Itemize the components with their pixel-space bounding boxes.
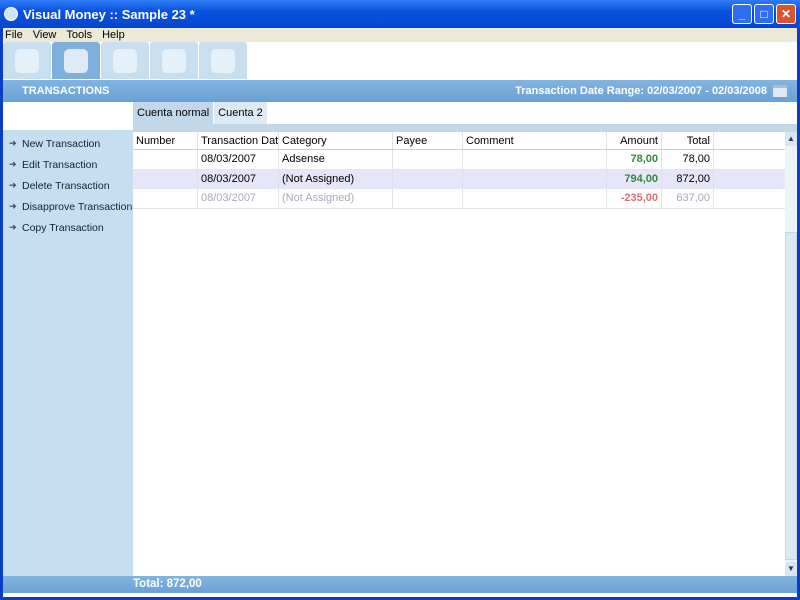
scroll-thumb[interactable] [785, 232, 797, 560]
col-number[interactable]: Number [133, 132, 198, 149]
cell-payee [393, 169, 463, 188]
calendar-icon[interactable] [773, 85, 787, 97]
cell-number [133, 169, 198, 188]
cell-category: (Not Assigned) [279, 169, 393, 188]
cell-number [133, 189, 198, 208]
transactions-table: Number Transaction Date Category Payee C… [133, 132, 785, 576]
sidebar: ➜ New Transaction ➜ Edit Transaction ➜ Dele… [3, 130, 133, 576]
toolbar-transactions-button[interactable] [52, 42, 100, 79]
table-row[interactable]: 08/03/2007 (Not Assigned) -235,00 637,00 [133, 189, 785, 209]
arrow-icon: ➜ [9, 222, 17, 232]
main-panel: Cuenta normal Cuenta 2 Number Transactio… [133, 102, 797, 576]
users-icon [162, 48, 186, 73]
table-row[interactable]: 08/03/2007 Adsense 78,00 78,00 [133, 150, 785, 170]
arrow-icon: ➜ [9, 138, 17, 148]
close-button[interactable]: ✕ [776, 4, 796, 24]
toolbar-contacts-button[interactable] [3, 42, 51, 79]
cell-date: 08/03/2007 [198, 169, 279, 188]
col-date[interactable]: Transaction Date [198, 132, 279, 149]
scroll-up-icon[interactable]: ▲ [785, 132, 797, 146]
sidebar-item-new-transaction[interactable]: ➜ New Transaction [3, 133, 133, 154]
menu-file[interactable]: File [5, 28, 23, 42]
tab-band [133, 124, 797, 132]
cell-payee [393, 189, 463, 208]
toolbar-reports-button[interactable] [199, 42, 247, 79]
contacts-icon [15, 48, 39, 73]
tab-cuenta-2[interactable]: Cuenta 2 [214, 102, 268, 124]
window-title: Visual Money :: Sample 23 * [23, 6, 195, 22]
table-header: Number Transaction Date Category Payee C… [133, 132, 785, 150]
col-amount[interactable]: Amount [607, 132, 662, 149]
cell-comment [463, 169, 607, 188]
cell-comment [463, 150, 607, 169]
arrow-icon: ➜ [9, 159, 17, 169]
cell-date: 08/03/2007 [198, 189, 279, 208]
menu-view[interactable]: View [33, 28, 57, 42]
menu-bar: File View Tools Help [3, 28, 797, 42]
cell-date: 08/03/2007 [198, 150, 279, 169]
reports-icon [211, 48, 235, 73]
menu-tools[interactable]: Tools [66, 28, 92, 42]
accounts-icon [113, 48, 137, 73]
app-frame: File View Tools Help TRANSACTIONS Transa… [3, 28, 797, 597]
cell-payee [393, 150, 463, 169]
cell-comment [463, 189, 607, 208]
footer-bar: Total: 872,00 [3, 576, 797, 593]
col-category[interactable]: Category [279, 132, 393, 149]
col-payee[interactable]: Payee [393, 132, 463, 149]
app-icon [4, 7, 18, 21]
cell-total: 78,00 [662, 150, 714, 169]
transactions-icon [64, 48, 88, 73]
col-comment[interactable]: Comment [463, 132, 607, 149]
tab-cuenta-normal[interactable]: Cuenta normal [133, 102, 215, 124]
section-title: TRANSACTIONS [22, 85, 110, 97]
vertical-scrollbar[interactable]: ▲ ▼ [785, 132, 797, 576]
cell-total: 872,00 [662, 169, 714, 188]
arrow-icon: ➜ [9, 201, 17, 211]
menu-help[interactable]: Help [102, 28, 125, 42]
cell-number [133, 150, 198, 169]
title-bar: Visual Money :: Sample 23 * _ □ ✕ [0, 0, 800, 28]
cell-total: 637,00 [662, 189, 714, 208]
cell-amount: 78,00 [607, 150, 662, 169]
minimize-button[interactable]: _ [732, 4, 752, 24]
table-row[interactable]: 08/03/2007 (Not Assigned) 794,00 872,00 [133, 169, 785, 189]
section-header: TRANSACTIONS Transaction Date Range: 02/… [3, 80, 797, 102]
arrow-icon: ➜ [9, 180, 17, 190]
cell-amount: 794,00 [607, 169, 662, 188]
cell-category: Adsense [279, 150, 393, 169]
maximize-button[interactable]: □ [754, 4, 774, 24]
cell-category: (Not Assigned) [279, 189, 393, 208]
toolbar-accounts-button[interactable] [101, 42, 149, 79]
toolbar [3, 42, 797, 80]
footer-total: Total: 872,00 [133, 578, 202, 590]
cell-amount: -235,00 [607, 189, 662, 208]
sidebar-item-delete-transaction[interactable]: ➜ Delete Transaction [3, 175, 133, 196]
sidebar-item-copy-transaction[interactable]: ➜ Copy Transaction [3, 217, 133, 238]
scroll-down-icon[interactable]: ▼ [785, 562, 797, 576]
account-tabs: Cuenta normal Cuenta 2 [133, 102, 797, 124]
sidebar-item-disapprove-transaction[interactable]: ➜ Disapprove Transaction [3, 196, 133, 217]
toolbar-users-button[interactable] [150, 42, 198, 79]
sidebar-item-edit-transaction[interactable]: ➜ Edit Transaction [3, 154, 133, 175]
col-total[interactable]: Total [662, 132, 714, 149]
date-range: Transaction Date Range: 02/03/2007 - 02/… [515, 85, 767, 97]
